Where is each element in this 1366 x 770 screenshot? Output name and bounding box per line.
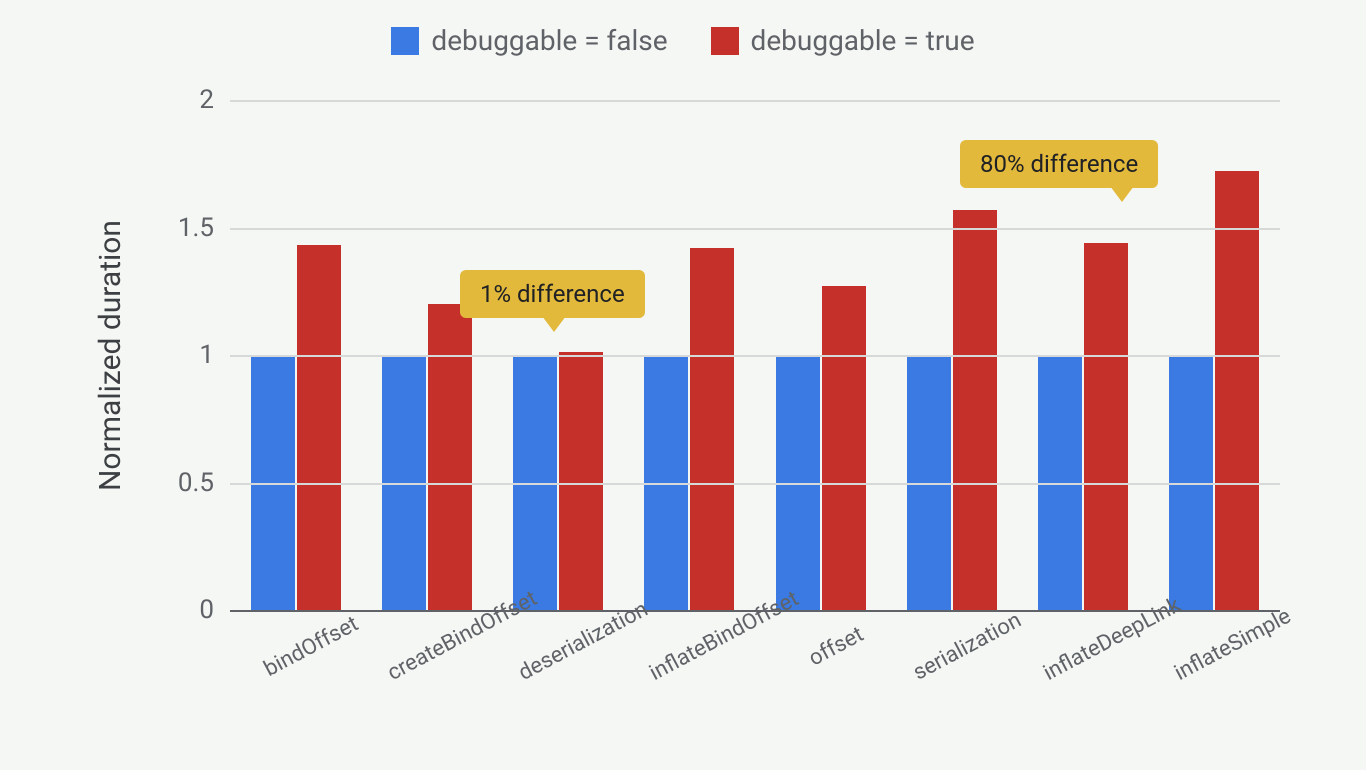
x-tick-label: inflateDeepLink (1040, 607, 1202, 769)
x-tick-label: serialization (908, 607, 1070, 769)
legend-label-false: debuggable = false (431, 24, 667, 57)
bar-debuggable-true (822, 286, 866, 610)
bar-debuggable-true (690, 248, 734, 610)
annotation-tail-icon (1110, 186, 1134, 202)
bar-debuggable-true (1084, 243, 1128, 610)
bar-debuggable-true (953, 210, 997, 610)
annotation-80pct-text: 80% difference (980, 150, 1138, 178)
legend-swatch-false (391, 27, 419, 55)
x-tick-label: inflateSimple (1171, 607, 1333, 769)
y-tick-label: 1.5 (178, 213, 214, 243)
y-axis-title-text: Normalized duration (93, 220, 128, 491)
legend-swatch-true (711, 27, 739, 55)
legend-item-false: debuggable = false (391, 24, 667, 57)
y-axis-title: Normalized duration (90, 100, 130, 610)
y-tick-label: 0.5 (178, 468, 214, 498)
y-tick-label: 1 (199, 340, 214, 370)
gridline (230, 355, 1280, 357)
legend-item-true: debuggable = true (711, 24, 975, 57)
gridline (230, 100, 1280, 102)
bar-debuggable-true (1215, 171, 1259, 610)
x-tick-label: createBindOffset (383, 607, 545, 769)
annotation-1pct: 1% difference (460, 270, 645, 318)
legend-label-true: debuggable = true (751, 24, 975, 57)
gridline (230, 228, 1280, 230)
x-tick-label: inflateBindOffset (646, 607, 808, 769)
x-tick-label: offset (777, 607, 939, 769)
chart: debuggable = false debuggable = true Nor… (0, 0, 1366, 768)
bar-debuggable-true (297, 245, 341, 610)
x-axis-labels: bindOffsetcreateBindOffsetdeserializatio… (230, 618, 1280, 738)
gridline (230, 483, 1280, 485)
y-tick-label: 2 (199, 85, 214, 115)
bar-debuggable-true (428, 304, 472, 610)
annotation-80pct: 80% difference (960, 140, 1158, 188)
y-tick-label: 0 (199, 595, 214, 625)
annotation-tail-icon (542, 316, 566, 332)
legend: debuggable = false debuggable = true (0, 24, 1366, 62)
annotation-1pct-text: 1% difference (480, 280, 625, 308)
x-tick-label: deserialization (515, 607, 677, 769)
x-tick-label: bindOffset (252, 607, 414, 769)
bar-debuggable-true (559, 352, 603, 610)
